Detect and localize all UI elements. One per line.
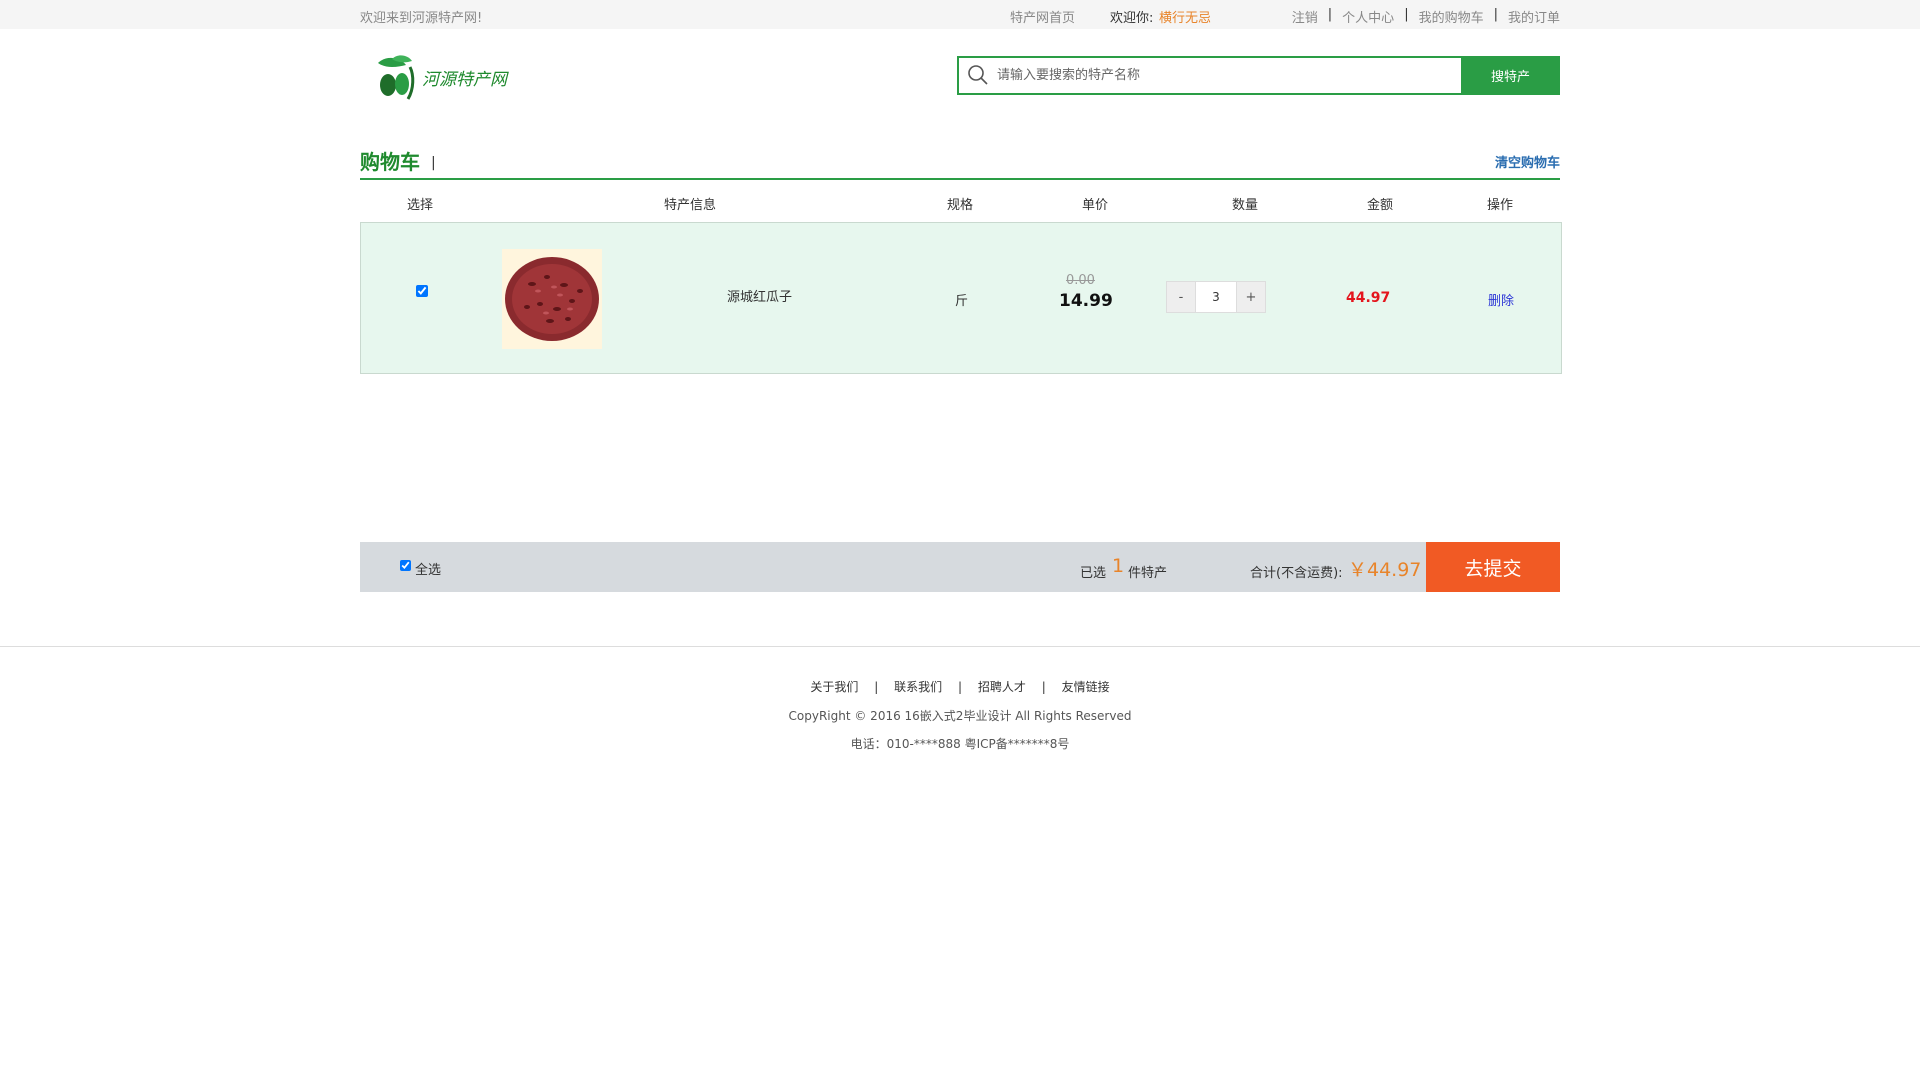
total-label: 合计(不含运费): [1250, 566, 1343, 581]
footer-link-separator: | [874, 680, 879, 694]
red-melon-seeds-image [505, 257, 599, 341]
my-cart-link[interactable]: 我的购物车 [1419, 7, 1484, 26]
my-orders-link[interactable]: 我的订单 [1508, 7, 1560, 26]
cart-header: 购物车 | 清空购物车 [360, 144, 1560, 180]
footer-link-friends[interactable]: 友情链接 [1062, 680, 1110, 694]
item-total: 44.97 [1346, 290, 1391, 306]
column-header-info: 特产信息 [663, 198, 717, 213]
column-header-amount: 金额 [1366, 198, 1394, 213]
user-center-link[interactable]: 个人中心 [1342, 7, 1394, 26]
select-all-label[interactable]: 全选 [415, 559, 441, 578]
user-links: 注销 | 个人中心 | 我的购物车 | 我的订单 [1292, 7, 1560, 26]
original-price: 0.00 [1066, 273, 1095, 288]
link-divider: | [1404, 7, 1409, 22]
column-header-select: 选择 [406, 198, 434, 213]
olive-logo-icon [378, 55, 415, 100]
footer-link-about[interactable]: 关于我们 [810, 680, 858, 694]
welcome-text: 欢迎来到河源特产网! [360, 11, 483, 26]
cart-item-row: 源城红瓜子 斤 0.00 14.99 - 3 + 44.97 删除 [360, 222, 1562, 374]
select-all-checkbox[interactable] [400, 560, 411, 571]
product-image[interactable] [502, 249, 602, 349]
logo[interactable]: 河源特产网 [372, 53, 512, 101]
header: 河源特产网 搜特产 [360, 29, 1560, 129]
copyright-text: CopyRight © 2016 16嵌入式2毕业设计 All Rights R… [788, 709, 1132, 723]
selected-count: 1 [1112, 555, 1125, 577]
quantity-stepper: - 3 + [1166, 281, 1266, 313]
footer-link-contact[interactable]: 联系我们 [894, 680, 942, 694]
page-title: 购物车 [360, 150, 420, 174]
search-icon [968, 65, 988, 85]
product-name[interactable]: 源城红瓜子 [727, 286, 792, 305]
logout-link[interactable]: 注销 [1292, 7, 1318, 26]
link-divider: | [1493, 7, 1498, 22]
column-header-quantity: 数量 [1231, 198, 1259, 213]
phone-text: 电话：010-****888 粤ICP备*******8号 [850, 737, 1070, 751]
top-bar: 欢迎来到河源特产网! 特产网首页 欢迎你: 横行无忌 注销 | 个人中心 | 我… [0, 0, 1920, 29]
quantity-input[interactable]: 3 [1196, 281, 1236, 313]
selected-prefix: 已选 [1080, 566, 1107, 581]
quantity-increase-button[interactable]: + [1236, 281, 1266, 313]
cart-summary-bar: 全选 已选 1 件特产 合计(不含运费): ￥44.97 去提交 [360, 542, 1560, 592]
username-link[interactable]: 横行无忌 [1159, 7, 1211, 26]
home-link[interactable]: 特产网首页 [1010, 7, 1075, 26]
column-header-spec: 规格 [946, 198, 974, 213]
item-checkbox[interactable] [416, 285, 428, 297]
column-header-price: 单价 [1081, 198, 1109, 213]
footer-links: 关于我们 | 联系我们 | 招聘人才 | 友情链接 [0, 678, 1920, 695]
search-box: 搜特产 [957, 56, 1560, 95]
title-separator: | [431, 155, 436, 171]
column-header-action: 操作 [1486, 198, 1514, 213]
cart-column-headers: 选择 特产信息 规格 单价 数量 金额 操作 [360, 182, 1560, 222]
clear-cart-link[interactable]: 清空购物车 [1495, 152, 1560, 171]
search-input[interactable] [997, 58, 1437, 93]
delete-item-link[interactable]: 删除 [1488, 290, 1514, 309]
footer-divider [0, 646, 1920, 647]
hello-label: 欢迎你: [1110, 11, 1154, 26]
footer-link-separator: | [957, 680, 963, 694]
logo-text: 河源特产网 [422, 70, 507, 90]
search-button[interactable]: 搜特产 [1461, 56, 1560, 95]
product-spec: 斤 [955, 294, 969, 309]
footer-link-separator: | [1041, 680, 1046, 694]
link-divider: | [1327, 7, 1333, 22]
unit-price: 14.99 [1059, 291, 1113, 311]
footer-link-jobs[interactable]: 招聘人才 [978, 680, 1026, 694]
quantity-decrease-button[interactable]: - [1166, 281, 1196, 313]
total-amount: ￥44.97 [1348, 559, 1422, 581]
submit-order-button[interactable]: 去提交 [1426, 542, 1560, 592]
selected-suffix: 件特产 [1128, 566, 1168, 581]
